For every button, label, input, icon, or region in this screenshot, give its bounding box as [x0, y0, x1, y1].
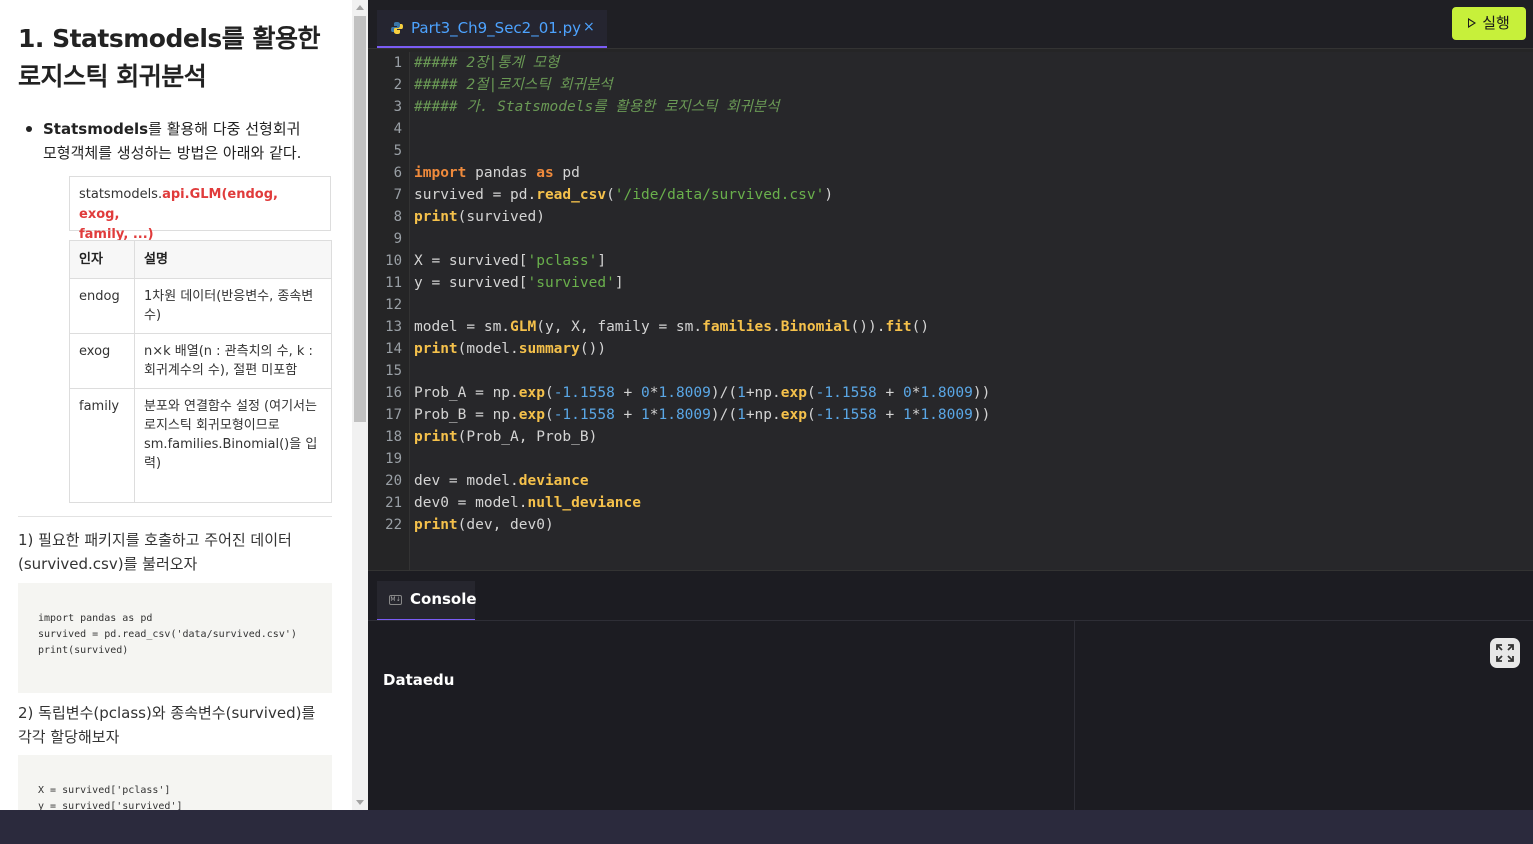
step-1-line1: 1) 필요한 패키지를 호출하고 주어진 데이터 [18, 531, 292, 549]
intro-bullet: Statsmodels를 활용해 다중 선형회귀 모형객체를 생성하는 방법은 … [26, 117, 346, 165]
lesson-title: 1. Statsmodels를 활용한 로지스틱 회귀분석 [18, 20, 338, 96]
step-1-text: 1) 필요한 패키지를 호출하고 주어진 데이터 (survived.csv)를… [18, 528, 338, 576]
line-number: 17 [385, 407, 402, 423]
code-line-22: print(dev, dev0) [414, 517, 554, 533]
code-line-10: X = survived['pclass'] [414, 253, 607, 269]
line-number: 9 [393, 231, 402, 247]
line-number: 14 [385, 341, 402, 357]
code-line-16: Prob_A = np.exp(-1.1558 + 0*1.8009)/(1+n… [414, 385, 991, 401]
step-1-code-block: import pandas as pd survived = pd.read_c… [18, 583, 332, 693]
lesson-title-line1: 1. Statsmodels를 활용한 [18, 24, 320, 53]
table-header-arg: 인자 [69, 240, 135, 279]
close-tab-icon[interactable]: × [583, 19, 595, 35]
lesson-panel: 1. Statsmodels를 활용한 로지스틱 회귀분석 Statsmodel… [0, 0, 352, 810]
line-number: 18 [385, 429, 402, 445]
line-number: 7 [393, 187, 402, 203]
line-number: 3 [393, 99, 402, 115]
line-number: 6 [393, 165, 402, 181]
table-row: endog 1차원 데이터(반응변수, 종속변수) [69, 278, 332, 334]
code-line-18: print(Prob_A, Prob_B) [414, 429, 598, 445]
scroll-up-arrow[interactable] [356, 5, 364, 10]
code-line-3: ##### 가. Statsmodels를 활용한 로지스틱 회귀분석 [414, 99, 780, 115]
section-divider [18, 516, 332, 517]
console-output: Dataedu [383, 671, 455, 689]
line-number: 4 [393, 121, 402, 137]
table-row: family 분포와 연결함수 설정 (여기서는 로지스틱 회귀모형이므로 sm… [69, 388, 332, 503]
line-number: 21 [385, 495, 402, 511]
bullet-text-line2: 모형객체를 생성하는 방법은 아래와 같다. [43, 144, 302, 162]
console-pane-divider[interactable] [1074, 621, 1075, 811]
console-panel: M↓ Console Dataedu [368, 570, 1533, 811]
scroll-thumb[interactable] [354, 16, 366, 422]
run-button[interactable]: 실행 [1452, 7, 1526, 40]
code-line-6: import pandas as pd [414, 165, 580, 181]
lesson-scrollbar[interactable] [352, 0, 368, 810]
table-cell-arg: family [69, 388, 135, 503]
console-separator [368, 620, 1533, 621]
line-number: 8 [393, 209, 402, 225]
expand-arrows-icon [1496, 644, 1514, 662]
file-tab-name: Part3_Ch9_Sec2_01.py [411, 19, 581, 37]
expand-icon[interactable] [1490, 638, 1520, 668]
bullet-bold-text: Statsmodels [43, 120, 149, 138]
line-number: 5 [393, 143, 402, 159]
code-line-11: y = survived['survived'] [414, 275, 624, 291]
step-1-line2: (survived.csv)를 불러오자 [18, 555, 198, 573]
table-cell-desc: 분포와 연결함수 설정 (여기서는 로지스틱 회귀모형이므로 sm.famili… [134, 388, 332, 503]
code-editor: Part3_Ch9_Sec2_01.py × 실행 1 2 3 4 5 6 7 8 9 10 11 1… [368, 0, 1533, 811]
step-2-text: 2) 독립변수(pclass)와 종속변수(survived)를 각각 할당해보… [18, 701, 338, 749]
file-tab[interactable]: Part3_Ch9_Sec2_01.py × [377, 10, 607, 48]
line-number: 12 [385, 297, 402, 313]
console-tab[interactable]: M↓ Console [377, 581, 477, 621]
signature-prefix: statsmodels. [79, 187, 163, 202]
code-text-area[interactable]: ##### 2장|통계 모형 ##### 2절|로지스틱 회귀분석 ##### … [409, 52, 1533, 570]
line-number: 2 [393, 77, 402, 93]
code-area[interactable]: 1 2 3 4 5 6 7 8 9 10 11 12 13 14 15 16 17 18 19 20 21 22 ####… [368, 52, 1533, 570]
code-line-20: dev = model.deviance [414, 473, 589, 489]
lesson-title-line2: 로지스틱 회귀분석 [18, 62, 207, 91]
code-line-14: print(model.summary()) [414, 341, 607, 357]
console-icon: M↓ [389, 595, 402, 605]
table-cell-desc: n×k 배열(n : 관측치의 수, k : 회귀계수의 수), 절편 미포함 [134, 333, 332, 389]
line-number: 22 [385, 517, 402, 533]
table-cell-arg: endog [69, 278, 135, 334]
step-2-code-block: X = survived['pclass'] y = survived['sur… [18, 755, 332, 810]
editor-tab-bar: Part3_Ch9_Sec2_01.py × 실행 [368, 0, 1533, 49]
step-2-line1: 2) 독립변수(pclass)와 종속변수(survived)를 [18, 704, 316, 722]
code-line-13: model = sm.GLM(y, X, family = sm.familie… [414, 319, 930, 335]
console-tab-label: Console [410, 590, 477, 608]
line-number: 11 [385, 275, 402, 291]
play-icon [1468, 17, 1477, 28]
function-signature-box: statsmodels.api.GLM(endog, exog, family,… [69, 176, 331, 242]
code-line-21: dev0 = model.null_deviance [414, 495, 641, 511]
code-line-17: Prob_B = np.exp(-1.1558 + 1*1.8009)/(1+n… [414, 407, 991, 423]
line-number: 20 [385, 473, 402, 489]
table-header-row: 인자 설명 [69, 240, 332, 279]
bullet-dot [26, 126, 32, 132]
code-line-2: ##### 2절|로지스틱 회귀분석 [414, 77, 613, 93]
table-cell-desc: 1차원 데이터(반응변수, 종속변수) [134, 278, 332, 334]
bottom-bar [0, 810, 1533, 844]
run-button-label: 실행 [1482, 14, 1510, 32]
table-cell-arg: exog [69, 333, 135, 389]
line-number-gutter: 1 2 3 4 5 6 7 8 9 10 11 12 13 14 15 16 17 18 19 20 21 22 [368, 52, 409, 570]
bullet-text-line1: 를 활용해 다중 선형회귀 [148, 120, 301, 138]
table-row: exog n×k 배열(n : 관측치의 수, k : 회귀계수의 수), 절편… [69, 333, 332, 389]
parameter-table: 인자 설명 endog 1차원 데이터(반응변수, 종속변수) exog n×k… [69, 240, 332, 503]
scroll-down-arrow[interactable] [356, 800, 364, 805]
code-line-7: survived = pd.read_csv('/ide/data/surviv… [414, 187, 834, 203]
python-icon [391, 22, 403, 34]
code-line-1: ##### 2장|통계 모형 [414, 55, 560, 71]
step-2-line2: 각각 할당해보자 [18, 728, 120, 746]
line-number: 10 [385, 253, 402, 269]
line-number: 15 [385, 363, 402, 379]
line-number: 13 [385, 319, 402, 335]
line-number: 19 [385, 451, 402, 467]
line-number: 16 [385, 385, 402, 401]
code-line-8: print(survived) [414, 209, 545, 225]
table-header-desc: 설명 [134, 240, 332, 279]
line-number: 1 [393, 55, 402, 71]
